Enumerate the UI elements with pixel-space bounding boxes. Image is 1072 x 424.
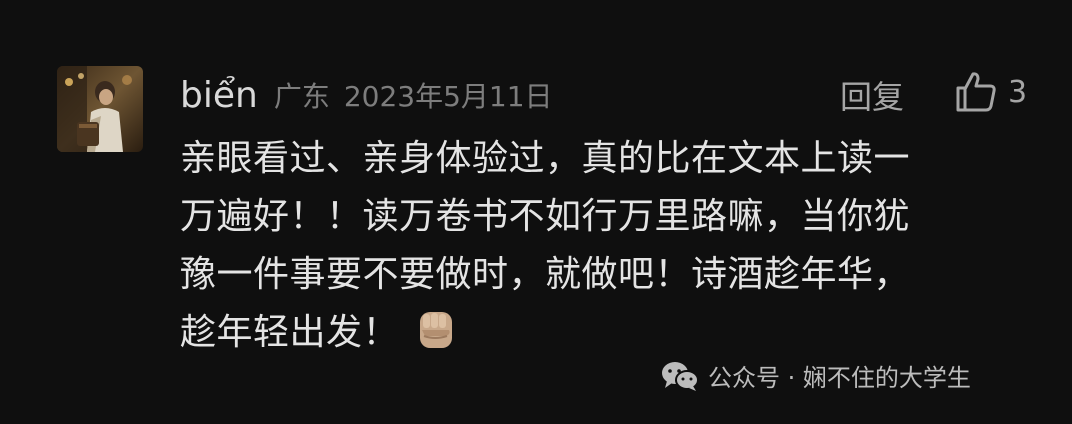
comment-meta: biển 广东 2023年5月11日 [180, 70, 567, 120]
like-button[interactable]: 3 [952, 68, 1027, 116]
thumbs-up-icon [952, 68, 1000, 116]
comment-line-text: 趁年轻出发！ [180, 312, 400, 353]
watermark: 公众号 · 娴不住的大学生 [660, 358, 971, 393]
location-label: 广东 [273, 80, 330, 113]
comment-line: 豫一件事要不要做时，就做吧！诗酒趁年华， [180, 254, 911, 295]
wechat-icon [660, 359, 700, 393]
avatar[interactable] [57, 66, 143, 152]
comment-last-line: 趁年轻出发！ [180, 304, 1010, 362]
username[interactable]: biển [180, 75, 258, 116]
comment-line: 亲眼看过、亲身体验过，真的比在文本上读一 [180, 138, 911, 179]
raised-fist-icon [413, 306, 459, 352]
reply-button[interactable]: 回复 [840, 72, 904, 118]
like-count: 3 [1008, 74, 1028, 110]
comment-text: 亲眼看过、亲身体验过，真的比在文本上读一 万遍好！！读万卷书不如行万里路嘛，当你… [180, 130, 1010, 362]
watermark-text: 公众号 · 娴不住的大学生 [708, 364, 971, 392]
comment-date: 2023年5月11日 [343, 80, 553, 113]
comment-line: 万遍好！！读万卷书不如行万里路嘛，当你犹 [180, 196, 911, 237]
avatar-photo [57, 66, 143, 152]
